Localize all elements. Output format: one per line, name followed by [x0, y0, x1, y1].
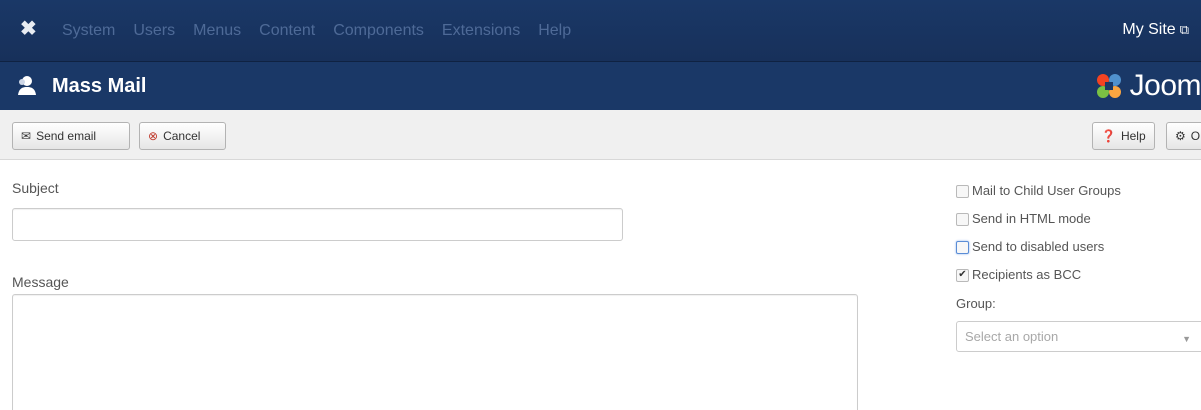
menu-item-extensions[interactable]: Extensions: [442, 21, 520, 41]
disabled-users-option[interactable]: Send to disabled users: [956, 239, 1104, 255]
menu-item-menus[interactable]: Menus: [193, 21, 241, 41]
mail-child-groups-option[interactable]: Mail to Child User Groups: [956, 183, 1121, 199]
title-bar: Mass Mail Joom: [0, 62, 1201, 110]
html-mode-label: Send in HTML mode: [972, 211, 1091, 226]
disabled-users-label: Send to disabled users: [972, 239, 1105, 254]
menu-item-content[interactable]: Content: [259, 21, 315, 41]
html-mode-checkbox[interactable]: [956, 212, 969, 226]
envelope-icon: ✉: [21, 129, 32, 143]
my-site-link[interactable]: My Site ⧉: [1122, 20, 1189, 40]
cancel-button[interactable]: ⊗ Cancel: [139, 122, 226, 150]
menu-item-components[interactable]: Components: [333, 21, 424, 41]
users-icon: [16, 74, 40, 98]
joomla-brand: Joom: [1094, 69, 1201, 103]
html-mode-option[interactable]: Send in HTML mode: [956, 211, 1091, 227]
toolbar: ✉ Send email ⊗ Cancel ❓ Help ⚙ O: [0, 110, 1201, 160]
help-button[interactable]: ❓ Help: [1092, 122, 1155, 150]
joomla-brand-text: Joom: [1129, 69, 1201, 102]
my-site-label: My Site: [1122, 21, 1176, 38]
page-title: Mass Mail: [52, 75, 147, 97]
disabled-users-checkbox[interactable]: [956, 240, 969, 254]
admin-top-nav: ✖ System Users Menus Content Components …: [0, 0, 1201, 62]
chevron-down-icon: ▼: [1182, 334, 1191, 344]
external-link-icon: ⧉: [1179, 22, 1189, 37]
group-select-placeholder: Select an option: [965, 329, 1059, 344]
subject-input[interactable]: [12, 208, 623, 241]
bcc-checkbox[interactable]: ✔: [956, 268, 969, 282]
mail-child-groups-checkbox[interactable]: [956, 184, 969, 198]
cancel-label: Cancel: [163, 129, 201, 143]
send-email-label: Send email: [36, 129, 97, 143]
bcc-option[interactable]: ✔ Recipients as BCC: [956, 267, 1081, 283]
group-select[interactable]: Select an option ▼: [956, 321, 1201, 352]
cancel-icon: ⊗: [148, 129, 159, 143]
options-button[interactable]: ⚙ O: [1166, 122, 1201, 150]
send-email-button[interactable]: ✉ Send email: [12, 122, 130, 150]
gear-icon: ⚙: [1175, 129, 1186, 143]
options-label: O: [1190, 129, 1201, 143]
question-icon: ❓: [1101, 129, 1116, 143]
menu-item-users[interactable]: Users: [133, 21, 175, 41]
menu-item-system[interactable]: System: [62, 21, 115, 41]
subject-label: Subject: [12, 180, 59, 196]
menu-item-help[interactable]: Help: [538, 21, 571, 41]
main-menu: System Users Menus Content Components Ex…: [62, 21, 589, 41]
help-label: Help: [1120, 129, 1146, 143]
message-textarea[interactable]: [12, 294, 858, 410]
mail-child-groups-label: Mail to Child User Groups: [972, 183, 1121, 198]
joomla-icon[interactable]: ✖: [20, 18, 42, 40]
message-label: Message: [12, 274, 69, 290]
joomla-logo-icon: [1096, 74, 1121, 98]
group-label: Group:: [956, 296, 996, 311]
bcc-label: Recipients as BCC: [972, 267, 1082, 282]
